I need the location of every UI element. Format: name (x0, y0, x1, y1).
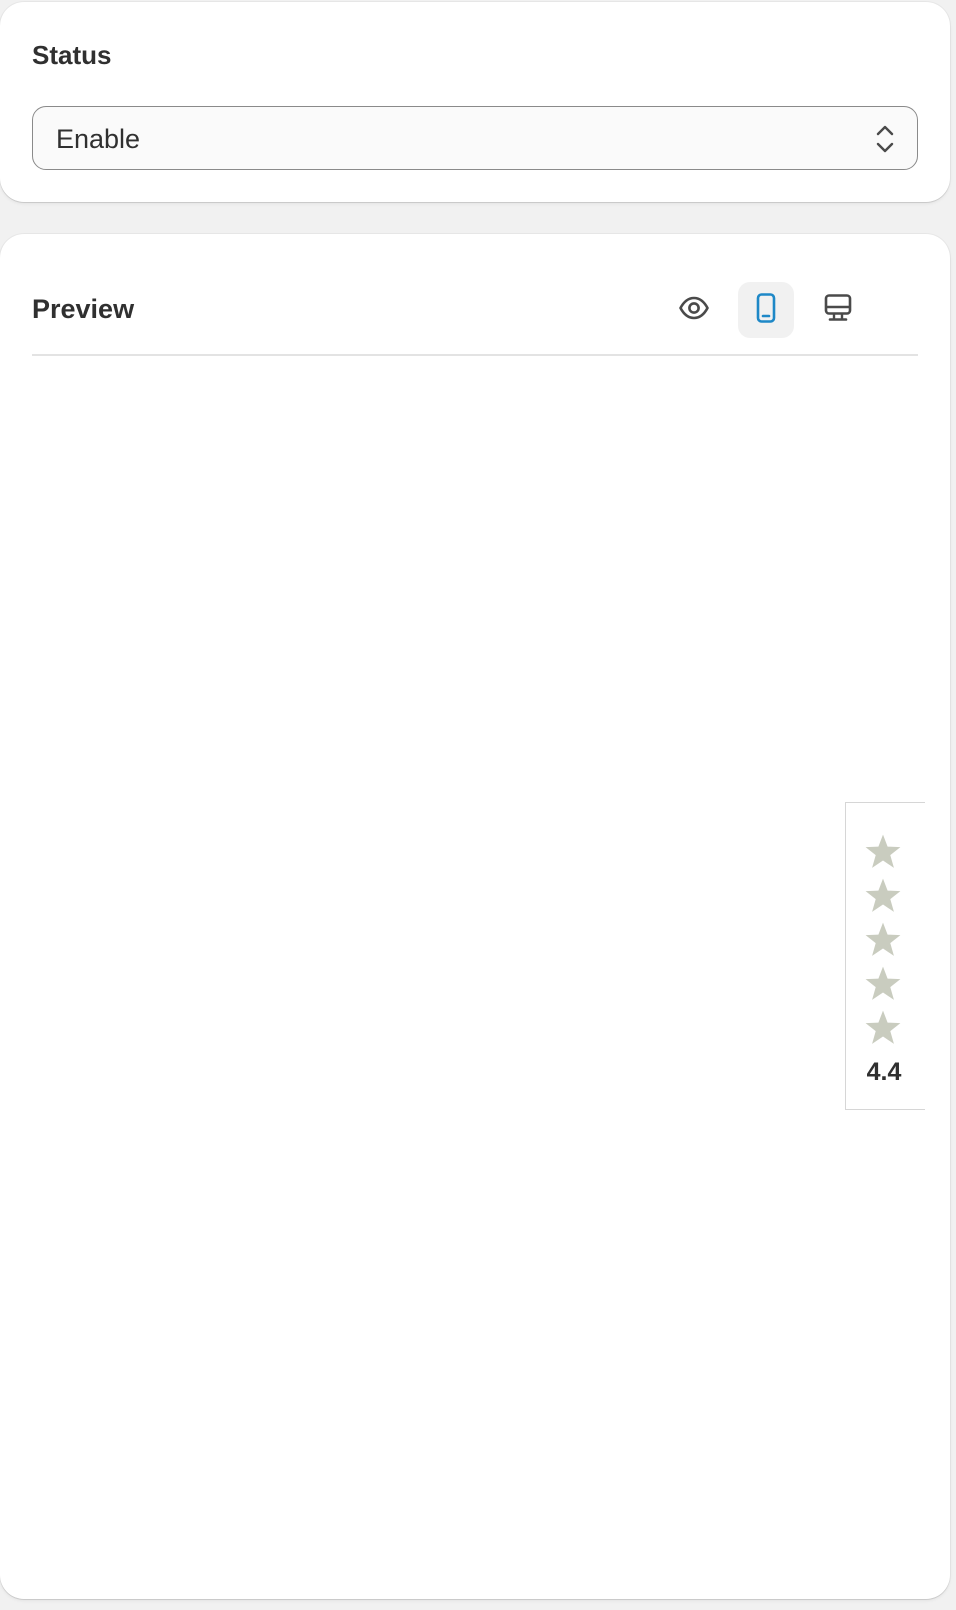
rating-value: 4.4 (866, 1058, 902, 1086)
status-title: Status (32, 40, 112, 70)
preview-card: Preview 4.4 (0, 234, 950, 1599)
rating-widget[interactable]: 4.4 (845, 802, 925, 1110)
desktop-icon (822, 292, 854, 329)
star-icon (865, 922, 901, 956)
eye-icon (678, 292, 710, 329)
preview-title: Preview (32, 294, 135, 324)
desktop-view-button[interactable] (810, 282, 866, 338)
star-icon (865, 878, 901, 912)
mobile-view-button[interactable] (738, 282, 794, 338)
select-chevrons-icon (873, 123, 897, 155)
star-icon (865, 966, 901, 1000)
star-icon (865, 1010, 901, 1044)
mobile-icon (750, 292, 782, 329)
preview-mode-button[interactable] (666, 282, 722, 338)
status-card: Status Enable (0, 2, 950, 202)
status-select-value: Enable (56, 124, 141, 154)
status-select[interactable]: Enable (32, 106, 918, 170)
star-icon (865, 834, 901, 868)
